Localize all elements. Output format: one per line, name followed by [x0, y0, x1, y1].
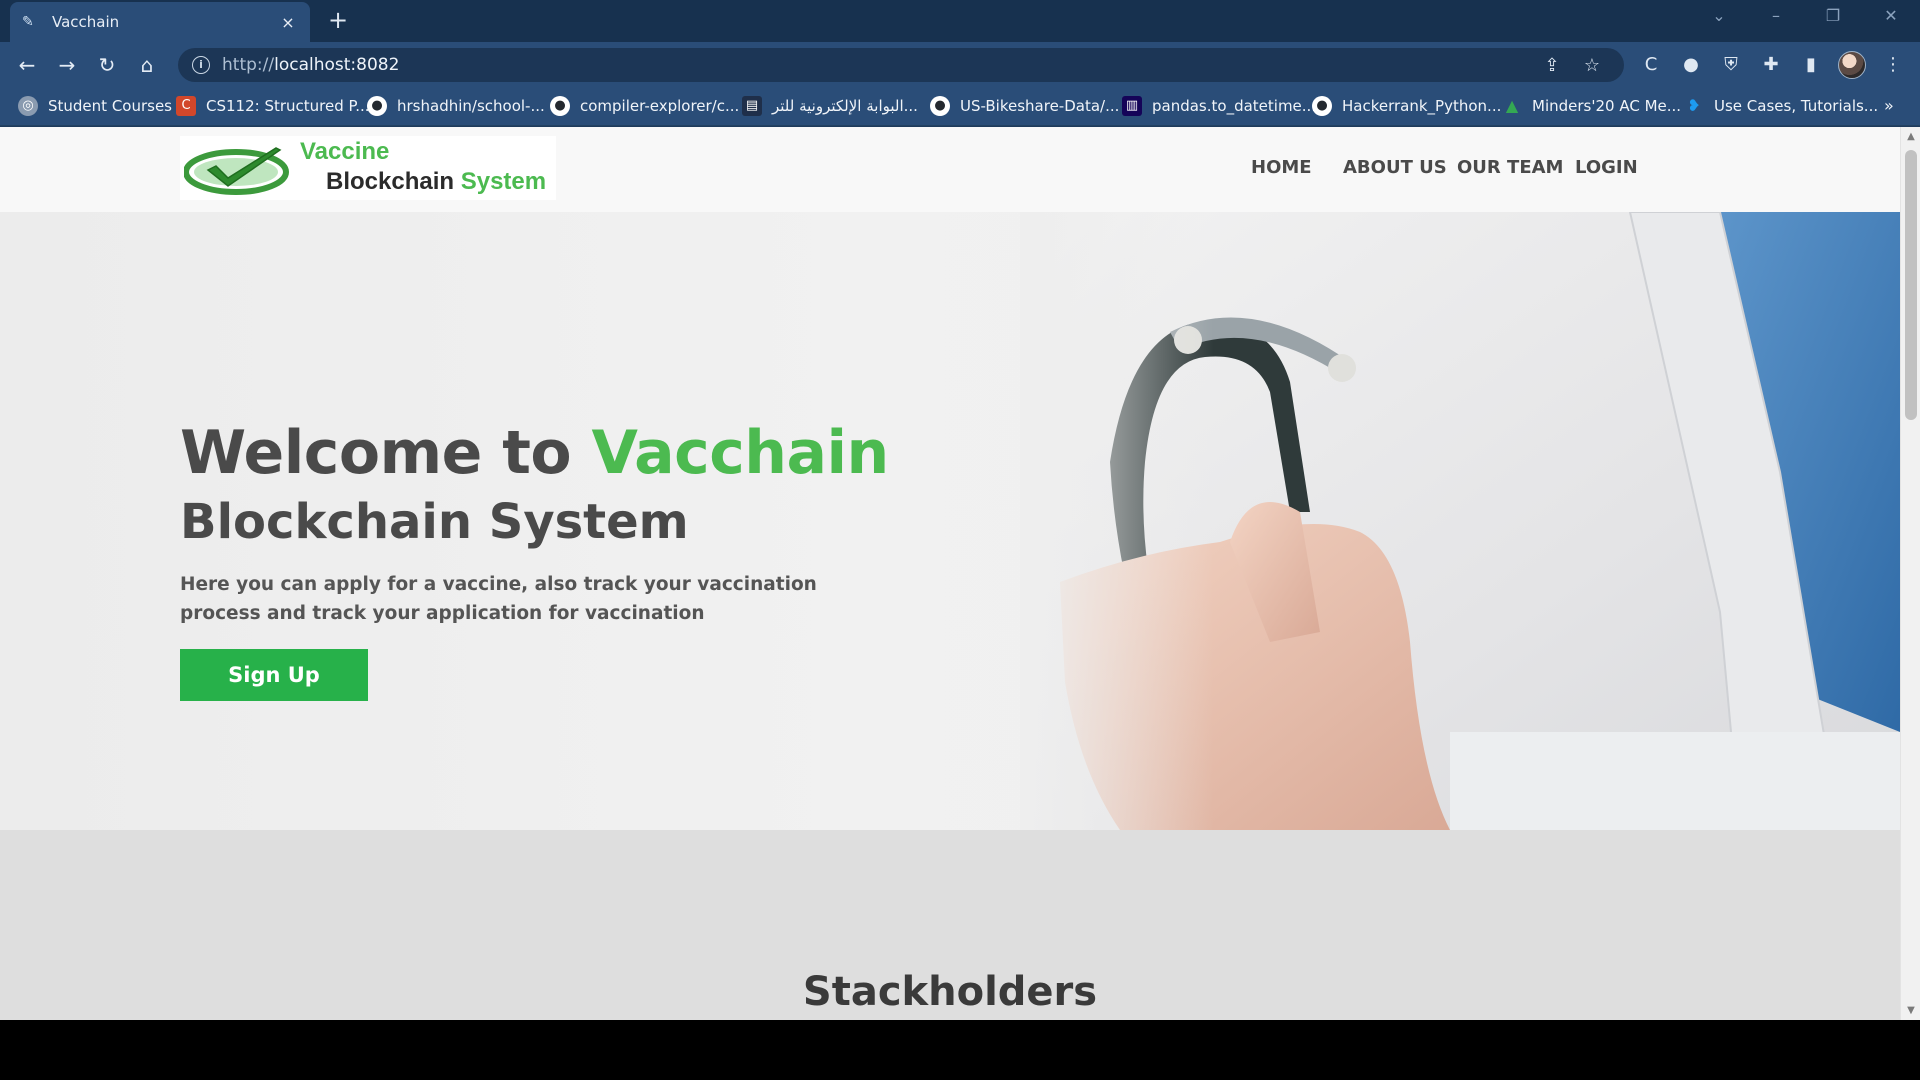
- logo-text-blockchain-system: Blockchain System: [326, 168, 547, 195]
- tab-vacchain[interactable]: ✎ Vacchain ×: [10, 2, 310, 42]
- github-icon: ●: [367, 96, 387, 116]
- close-tab-icon[interactable]: ×: [278, 13, 298, 32]
- extension-c-icon[interactable]: C: [1636, 50, 1666, 80]
- sign-up-button[interactable]: Sign Up: [180, 649, 368, 701]
- bookmark-item[interactable]: ● hrshadhin/school-...: [367, 96, 545, 116]
- black-bottom-bar: [0, 1020, 1920, 1080]
- site-header: Vaccine Blockchain System HOME ABOUT US …: [0, 127, 1900, 212]
- bookmark-item[interactable]: ❥ Use Cases, Tutorials...: [1684, 96, 1878, 116]
- tab-search-icon[interactable]: ⌄: [1704, 6, 1734, 25]
- section-title: Stackholders: [802, 969, 1098, 1015]
- restore-icon[interactable]: ❐: [1818, 6, 1848, 25]
- github-icon: ●: [1312, 96, 1332, 116]
- nav-home[interactable]: HOME: [1251, 157, 1312, 178]
- bookmark-item[interactable]: C CS112: Structured P...: [176, 96, 370, 116]
- puzzle-extensions-icon[interactable]: ✚: [1756, 50, 1786, 80]
- menu-kebab-icon[interactable]: ⋮: [1878, 50, 1908, 80]
- back-icon[interactable]: ←: [12, 50, 42, 80]
- browser-window: ✎ Vacchain × + ⌄ – ❐ ✕ ← → ↻ ⌂ i http://…: [0, 0, 1920, 1020]
- logo-text-vaccine: Vaccine: [300, 138, 390, 165]
- nav-login[interactable]: LOGIN: [1575, 157, 1638, 178]
- minimize-icon[interactable]: –: [1761, 6, 1791, 25]
- hero-description: Here you can apply for a vaccine, also t…: [180, 574, 817, 624]
- github-icon: ●: [930, 96, 950, 116]
- tab-strip: ✎ Vacchain × + ⌄ – ❐ ✕: [0, 0, 1920, 42]
- github-icon: ●: [550, 96, 570, 116]
- browser-toolbar: ← → ↻ ⌂ i http://localhost:8082 ⇪ ☆ C ● …: [0, 42, 1920, 88]
- nav-about-us[interactable]: ABOUT US: [1343, 157, 1447, 178]
- new-tab-button[interactable]: +: [324, 6, 352, 34]
- bookmark-item[interactable]: ▤ البوابة الإلكترونية للتر...: [742, 96, 918, 116]
- page-viewport: Vaccine Blockchain System HOME ABOUT US …: [0, 127, 1900, 1020]
- shield-extension-icon[interactable]: ⛨: [1716, 50, 1746, 80]
- site-logo[interactable]: Vaccine Blockchain System: [180, 136, 556, 200]
- bookmark-item[interactable]: ● US-Bikeshare-Data/...: [930, 96, 1119, 116]
- doctor-stethoscope-image: [1020, 212, 1900, 830]
- scroll-down-icon[interactable]: ▼: [1901, 1005, 1920, 1016]
- course-icon: C: [176, 96, 196, 116]
- drive-icon: ▲: [1505, 96, 1519, 115]
- bookmark-item[interactable]: ▥ pandas.to_datetime...: [1122, 96, 1316, 116]
- bookmark-item[interactable]: ● compiler-explorer/c...: [550, 96, 739, 116]
- forward-icon[interactable]: →: [52, 50, 82, 80]
- stakeholders-section: Stackholders: [0, 830, 1900, 1020]
- site-info-icon[interactable]: i: [192, 56, 210, 74]
- tab-title: Vacchain: [52, 13, 120, 31]
- cookie-extension-icon[interactable]: ●: [1676, 50, 1706, 80]
- window-close-icon[interactable]: ✕: [1876, 6, 1906, 25]
- scroll-up-icon[interactable]: ▲: [1901, 131, 1920, 142]
- nav-our-team[interactable]: OUR TEAM: [1457, 157, 1563, 178]
- home-icon[interactable]: ⌂: [132, 50, 162, 80]
- globe-icon: ◎: [18, 96, 38, 116]
- address-bar[interactable]: i http://localhost:8082 ⇪ ☆: [178, 48, 1624, 82]
- side-panel-icon[interactable]: ▮: [1796, 50, 1826, 80]
- hero-section: Welcome to Vacchain Blockchain System He…: [0, 212, 1900, 830]
- pandas-icon: ▥: [1122, 96, 1142, 116]
- bookmark-item[interactable]: ◎ Student Courses: [18, 96, 172, 116]
- bookmark-item[interactable]: ● Hackerrank_Python...: [1312, 96, 1501, 116]
- bookmark-item[interactable]: ▲ Minders'20 AC Me...: [1502, 96, 1681, 116]
- twitter-icon: ❥: [1687, 96, 1701, 115]
- page-scrollbar[interactable]: ▲ ▼: [1900, 127, 1920, 1020]
- hero-title: Welcome to Vacchain: [180, 418, 889, 488]
- address-url[interactable]: http://localhost:8082: [222, 55, 399, 75]
- bookmarks-overflow-icon[interactable]: »: [1884, 96, 1894, 115]
- hero-subtitle: Blockchain System: [180, 494, 689, 550]
- share-icon[interactable]: ⇪: [1540, 54, 1564, 78]
- portal-icon: ▤: [742, 96, 762, 116]
- syringe-icon: ✎: [22, 14, 34, 30]
- bookmarks-bar: ◎ Student Courses C CS112: Structured P...…: [0, 88, 1920, 126]
- reload-icon[interactable]: ↻: [92, 50, 122, 80]
- checkmark-logo-icon: [184, 147, 289, 195]
- scrollbar-thumb[interactable]: [1905, 150, 1917, 420]
- profile-avatar[interactable]: [1838, 51, 1866, 79]
- bookmark-star-icon[interactable]: ☆: [1580, 54, 1604, 78]
